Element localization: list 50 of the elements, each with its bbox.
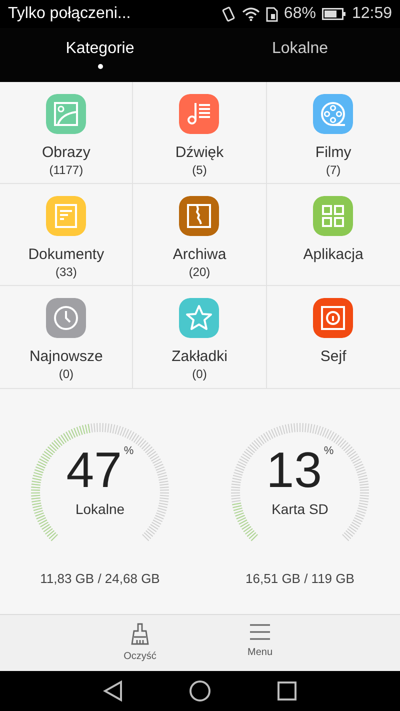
brush-icon — [130, 623, 150, 645]
category-label: Najnowsze — [29, 348, 103, 365]
category-tile[interactable]: Archiwa (20) — [133, 184, 267, 286]
category-count: (1177) — [49, 163, 84, 177]
percent-sign: % — [324, 445, 334, 457]
battery-percent: 68% — [284, 5, 316, 23]
category-count: (0) — [192, 367, 207, 381]
clean-button[interactable]: Oczyść — [103, 615, 177, 671]
category-count: (20) — [188, 265, 210, 279]
category-tile[interactable]: Zakładki (0) — [133, 286, 267, 388]
tab[interactable]: Lokalne — [200, 28, 400, 82]
category-label: Archiwa — [172, 246, 226, 263]
storage-usage: 11,83 GB / 24,68 GB — [40, 571, 160, 586]
percent-value: 13 — [266, 445, 322, 495]
category-tile[interactable]: Najnowsze (0) — [0, 286, 134, 388]
category-tile[interactable]: Dźwięk (5) — [133, 82, 267, 184]
category-tile[interactable]: Obrazy (1177) — [0, 82, 134, 184]
notification-text: Tylko połączeni... — [8, 5, 132, 23]
menu-button[interactable]: Menu — [223, 615, 297, 671]
category-tile[interactable]: Aplikacja — [266, 184, 400, 286]
category-count: (0) — [58, 367, 74, 381]
storage-name: Karta SD — [272, 501, 328, 517]
battery-icon — [322, 8, 346, 20]
category-label: Filmy — [315, 144, 352, 161]
category-label: Aplikacja — [303, 246, 364, 263]
category-label: Obrazy — [42, 144, 90, 161]
recent-apps-icon[interactable] — [277, 681, 297, 701]
back-icon[interactable] — [103, 680, 123, 702]
category-count: (7) — [326, 163, 341, 177]
category-count: (33) — [55, 265, 77, 279]
category-label: Zakładki — [172, 348, 228, 365]
percent-value: 47 — [66, 445, 122, 495]
category-tile[interactable]: Dokumenty (33) — [0, 184, 134, 286]
category-label: Sejf — [320, 348, 346, 365]
storage-name: Lokalne — [75, 501, 125, 517]
tab[interactable]: Kategorie — [0, 28, 200, 82]
category-tile[interactable]: Filmy (7) — [266, 82, 400, 184]
storage-usage: 16,51 GB / 119 GB — [246, 571, 354, 586]
sim-card-icon — [266, 6, 278, 22]
clock-time: 12:59 — [352, 5, 392, 23]
category-label: Dokumenty — [28, 246, 104, 263]
category-tile[interactable]: Sejf — [266, 286, 400, 388]
category-count: (5) — [192, 163, 207, 177]
percent-sign: % — [124, 445, 134, 457]
menu-icon — [249, 623, 271, 641]
gauge-fill — [232, 502, 258, 542]
home-icon[interactable] — [189, 680, 211, 702]
category-label: Dźwięk — [175, 144, 224, 161]
vibrate-icon — [222, 6, 236, 22]
wifi-icon — [242, 7, 260, 21]
